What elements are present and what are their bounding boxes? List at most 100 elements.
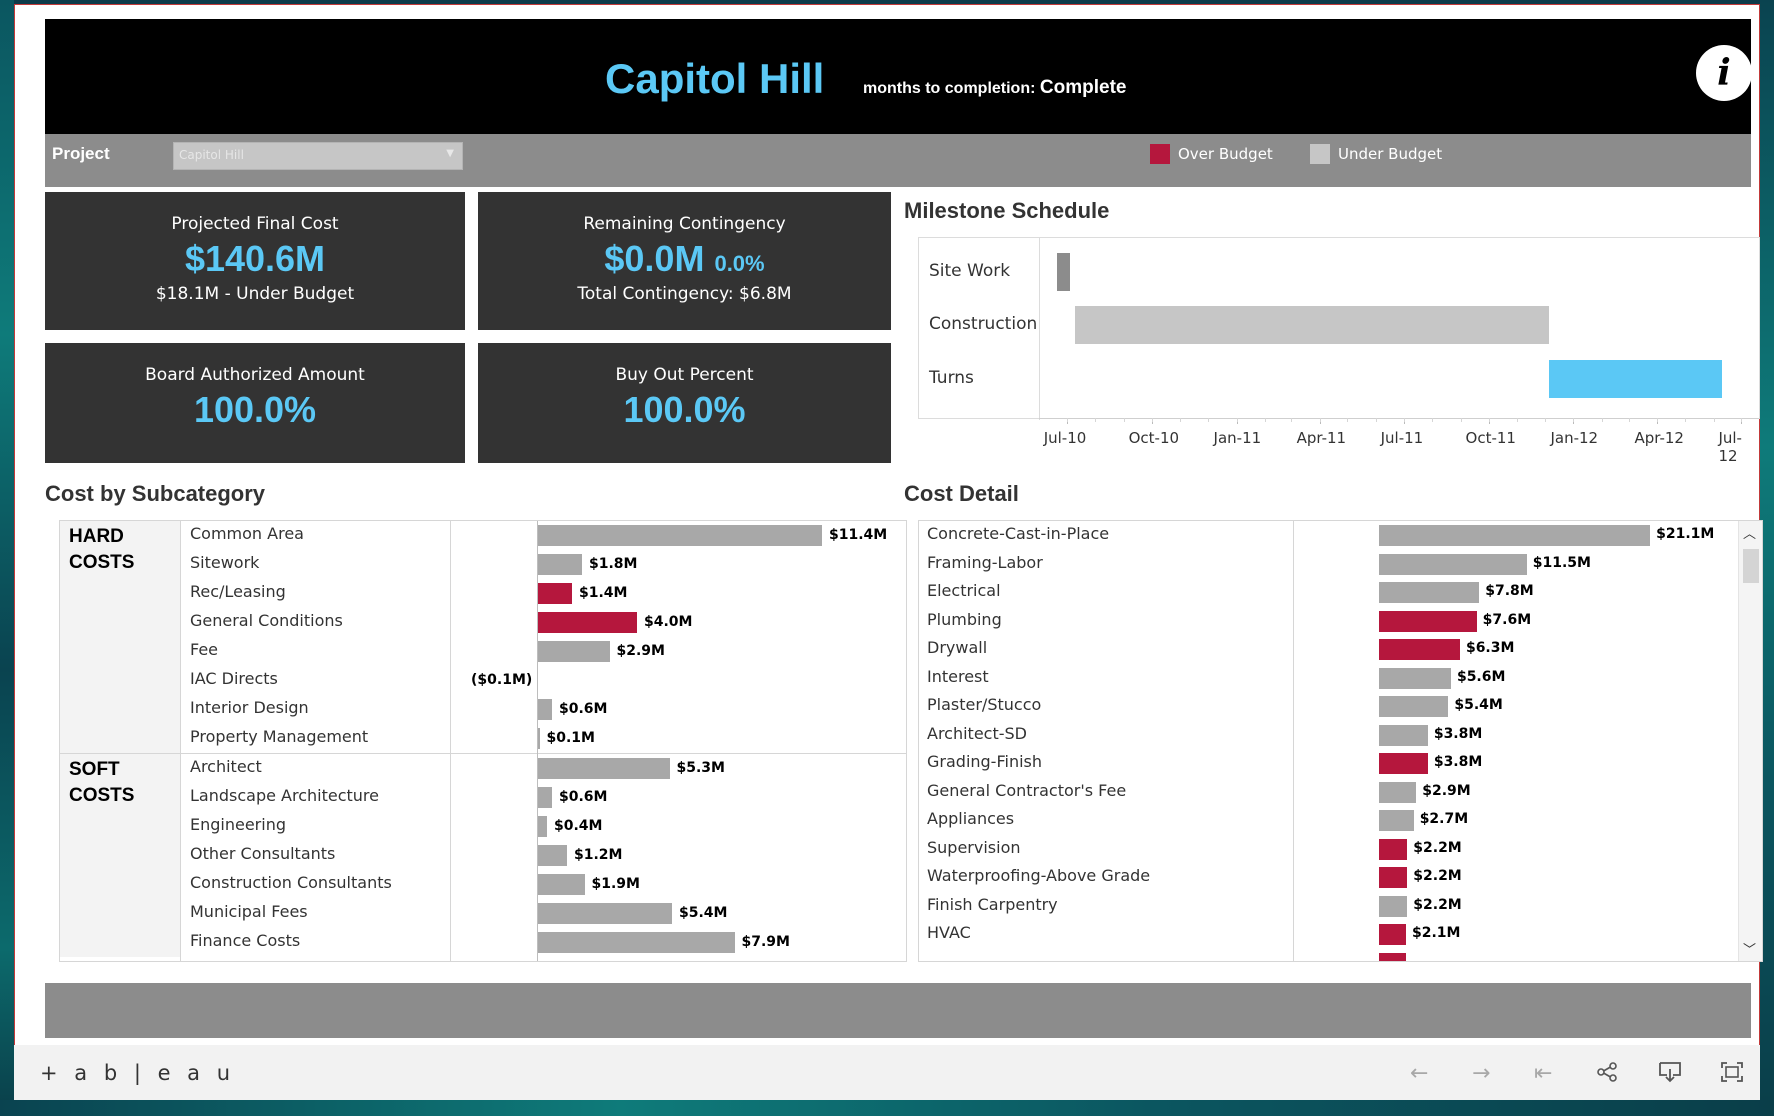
cost-detail-bar[interactable] [1379, 924, 1406, 945]
cost-detail-bar[interactable] [1379, 838, 1408, 860]
cost-detail-bar-label: $7.8M [1485, 583, 1534, 599]
cost-detail-bar[interactable] [1379, 753, 1428, 774]
subcategory-bar[interactable] [537, 816, 547, 837]
subcategory-bar[interactable] [537, 903, 672, 924]
cost-detail-bar-label: $2.2M [1413, 868, 1462, 884]
share-icon[interactable] [1596, 1061, 1618, 1089]
subcategory-row-label: Finance Costs [190, 931, 301, 950]
milestone-tick-label: Apr-11 [1296, 429, 1347, 447]
cost-detail-row-label: Concrete-Cast-in-Place [927, 524, 1110, 543]
kpi-board-authorized[interactable]: Board Authorized Amount 100.0% [45, 343, 465, 463]
legend-over-budget[interactable]: Over Budget [1150, 144, 1273, 164]
kpi-value: $0.0M [604, 238, 705, 279]
page-title: Capitol Hill [605, 55, 825, 102]
subcategory-bar-label: $5.4M [679, 905, 728, 921]
subcategory-bar-label: $11.4M [829, 527, 888, 543]
subcategory-bar[interactable] [537, 787, 552, 808]
subcategory-bar[interactable] [537, 612, 637, 633]
milestone-minor-tick [1657, 418, 1659, 422]
cost-detail-row-label: Finish Carpentry [927, 894, 1058, 914]
subcategory-bar[interactable] [537, 641, 610, 662]
cost-detail-bar[interactable] [1379, 667, 1451, 689]
redo-icon[interactable]: → [1472, 1061, 1490, 1086]
kpi-label: Board Authorized Amount [145, 365, 365, 385]
subcategory-bar-label: $0.1M [546, 730, 595, 746]
subcategory-bar[interactable] [537, 525, 822, 546]
project-label: Project [52, 144, 110, 163]
kpi-buy-out-percent[interactable]: Buy Out Percent 100.0% [478, 343, 891, 463]
cost-detail-scrollbar[interactable]: ︿ ﹀ [1738, 521, 1762, 961]
subcategory-row-label: Rec/Leasing [190, 582, 286, 601]
subcategory-row-label: General Conditions [190, 611, 343, 630]
milestone-minor-tick [1403, 418, 1405, 422]
legend-under-label: Under Budget [1338, 145, 1443, 163]
milestone-bar[interactable] [1075, 306, 1549, 344]
milestone-bar[interactable] [1056, 253, 1071, 291]
cost-detail-row-label: General Contractor's Fee [927, 780, 1127, 800]
scroll-up-icon[interactable]: ︿ [1743, 523, 1756, 542]
subcategory-bar[interactable] [537, 583, 572, 604]
milestone-minor-tick [1265, 418, 1267, 422]
milestone-minor-tick [1488, 418, 1490, 422]
undo-icon[interactable]: ← [1410, 1061, 1428, 1086]
subcategory-bar[interactable] [537, 758, 670, 779]
tableau-logo[interactable]: + a b | e a u [40, 1061, 235, 1085]
cost-detail-bar[interactable] [1379, 895, 1408, 917]
milestone-minor-tick [1628, 418, 1630, 422]
milestone-minor-tick [1517, 418, 1519, 422]
milestone-row-label: Site Work [929, 261, 1011, 281]
cost-detail-bar[interactable] [1379, 639, 1460, 660]
scroll-down-icon[interactable]: ﹀ [1743, 939, 1756, 958]
legend-under-budget[interactable]: Under Budget [1310, 144, 1442, 164]
subcategory-bar[interactable] [537, 874, 585, 895]
cost-detail-bar[interactable] [1379, 525, 1651, 546]
subcategory-bar-label: $0.6M [559, 789, 608, 805]
cost-detail-bar[interactable] [1379, 582, 1480, 603]
milestone-minor-tick [1573, 418, 1575, 422]
cost-detail-bar[interactable] [1379, 724, 1428, 746]
months-to-completion: months to completion: Complete [863, 77, 1126, 99]
kpi-projected-final-cost[interactable]: Projected Final Cost $140.6M $18.1M - Un… [45, 192, 465, 330]
cost-detail-row-label: Framing-Labor [927, 552, 1043, 572]
milestone-minor-tick [1180, 418, 1182, 422]
cost-detail-bar[interactable] [1379, 553, 1527, 575]
info-icon[interactable]: i [1696, 45, 1752, 101]
subcategory-bar[interactable] [537, 932, 735, 953]
subcategory-bar[interactable] [537, 699, 552, 720]
tableau-toolbar: + a b | e a u ← → ⇤ [14, 1045, 1760, 1100]
subcategory-row-label: Fee [190, 640, 219, 659]
subcategory-row-label: Property Management [190, 727, 369, 746]
milestone-title: Milestone Schedule [904, 198, 1110, 223]
milestone-minor-tick [1319, 418, 1321, 422]
subcategory-bar[interactable] [537, 845, 567, 866]
cost-detail-bar[interactable] [1379, 696, 1449, 717]
milestone-tick-label: Jan-11 [1213, 429, 1262, 447]
project-dropdown[interactable]: Capitol Hill ▼ [173, 142, 463, 170]
revert-icon[interactable]: ⇤ [1534, 1061, 1552, 1086]
fullscreen-icon[interactable] [1720, 1061, 1744, 1089]
column-divider [180, 521, 181, 961]
kpi-remaining-contingency[interactable]: Remaining Contingency $0.0M 0.0% Total C… [478, 192, 891, 330]
milestone-axis-horizontal [1039, 418, 1759, 419]
scroll-thumb[interactable] [1743, 549, 1759, 583]
subcategory-row-label: Interior Design [190, 698, 309, 717]
subcategory-bar[interactable] [537, 554, 582, 575]
cost-detail-bar[interactable] [1379, 781, 1417, 803]
download-icon[interactable] [1658, 1061, 1682, 1089]
milestone-minor-tick [1095, 418, 1097, 422]
cost-detail-bar-label: $2.7M [1419, 811, 1469, 827]
subcategory-chart: HARD COSTS Common Area $11.4M Sitework $1.8M R… [59, 520, 907, 962]
cost-detail-bar[interactable] [1379, 952, 1406, 961]
cost-detail-row-label: HVAC [927, 923, 971, 942]
cost-detail-bar-label: $5.4M [1454, 697, 1503, 713]
cost-detail-bar[interactable] [1379, 610, 1477, 632]
cost-detail-row-label: Interest [927, 666, 989, 686]
subcategory-bar-label: ($0.1M) [471, 672, 533, 688]
milestone-minor-tick [1151, 418, 1153, 422]
group-column: SOFT COSTS [60, 754, 180, 957]
cost-detail-bar[interactable] [1379, 810, 1414, 831]
cost-detail-bar[interactable] [1379, 867, 1408, 888]
under-budget-swatch [1310, 144, 1330, 164]
milestone-bar[interactable] [1548, 360, 1723, 398]
milestone-tick-label: Jul-10 [1043, 429, 1087, 447]
